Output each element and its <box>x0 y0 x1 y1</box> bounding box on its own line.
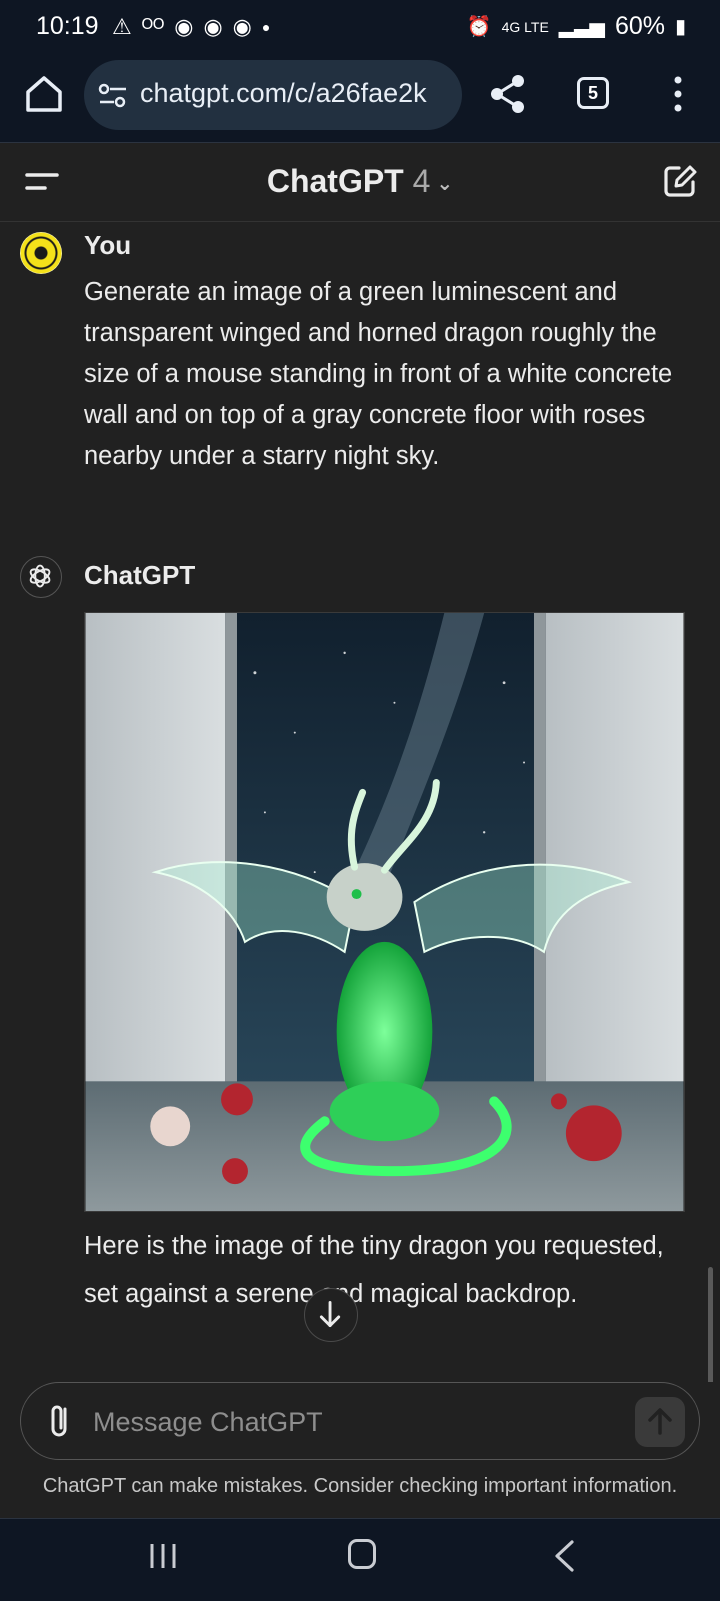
model-selector[interactable]: ChatGPT 4 ⌄ <box>0 163 720 200</box>
user-message: Generate an image of a green luminescent… <box>84 278 673 470</box>
share-icon[interactable] <box>488 72 528 116</box>
disclaimer-text: ChatGPT can make mistakes. Consider chec… <box>42 1475 678 1497</box>
chrome-icon: ◉ <box>174 14 194 39</box>
scrollbar[interactable] <box>708 1267 713 1382</box>
voicemail-icon: ᴼᴼ <box>141 14 165 39</box>
system-indicators: ⏰ 4G LTE ▂▃▅ 60% ▮ <box>467 12 686 41</box>
warning-icon: ⚠ <box>112 14 132 39</box>
model-version: 4 <box>412 163 431 199</box>
model-name: ChatGPT <box>266 163 404 199</box>
arrow-up-icon <box>648 1408 672 1435</box>
dot-icon: ● <box>261 19 271 35</box>
back-icon[interactable] <box>552 1539 576 1573</box>
assistant-message: Here is the image of the tiny dragon you… <box>84 1232 664 1308</box>
openai-logo-icon <box>29 564 51 588</box>
browser-toolbar: chatgpt.com/c/a26fae2k 5 <box>0 52 720 143</box>
recent-apps-icon[interactable] <box>148 1541 178 1571</box>
user-name: You <box>84 230 132 260</box>
signal-icon: ▂▃▅ <box>558 16 605 38</box>
address-bar[interactable]: chatgpt.com/c/a26fae2k <box>84 60 462 130</box>
home-icon[interactable] <box>22 72 66 116</box>
user-avatar <box>20 232 62 274</box>
status-time: 10:19 <box>36 12 99 40</box>
dragon-image <box>85 613 684 1211</box>
new-chat-icon[interactable] <box>662 163 698 199</box>
message-composer <box>20 1382 700 1460</box>
chat-header: ChatGPT 4 ⌄ <box>0 143 720 222</box>
message-input[interactable] <box>91 1397 615 1447</box>
alarm-icon: ⏰ <box>466 16 492 38</box>
home-button[interactable] <box>348 1539 376 1569</box>
chatgpt-avatar <box>20 556 62 598</box>
notification-icons: ⚠ ᴼᴼ ◉ ◉ ◉ ● <box>112 14 270 40</box>
chrome-icon: ◉ <box>203 14 223 39</box>
chrome-icon: ◉ <box>232 14 252 39</box>
attach-icon[interactable] <box>47 1401 75 1441</box>
url-text: chatgpt.com/c/a26fae2k <box>140 78 427 108</box>
conversation[interactable]: You Generate an image of a green lumines… <box>0 222 720 1382</box>
scroll-to-bottom-button[interactable] <box>304 1288 358 1342</box>
battery-icon: ▮ <box>674 16 686 38</box>
send-button[interactable] <box>635 1397 685 1447</box>
network-type: 4G LTE <box>501 18 549 35</box>
system-navigation-bar <box>0 1518 720 1601</box>
more-options-icon[interactable] <box>666 72 690 116</box>
generated-image[interactable] <box>84 612 685 1212</box>
site-settings-icon[interactable] <box>98 82 128 110</box>
battery-level: 60% <box>614 12 665 40</box>
chevron-down-icon: ⌄ <box>436 173 454 196</box>
arrow-down-icon <box>319 1301 341 1328</box>
tab-switcher-button[interactable]: 5 <box>577 77 609 109</box>
assistant-name: ChatGPT <box>84 560 196 590</box>
status-bar: 10:19 ⚠ ᴼᴼ ◉ ◉ ◉ ● ⏰ 4G LTE ▂▃▅ 60% ▮ <box>0 0 720 52</box>
